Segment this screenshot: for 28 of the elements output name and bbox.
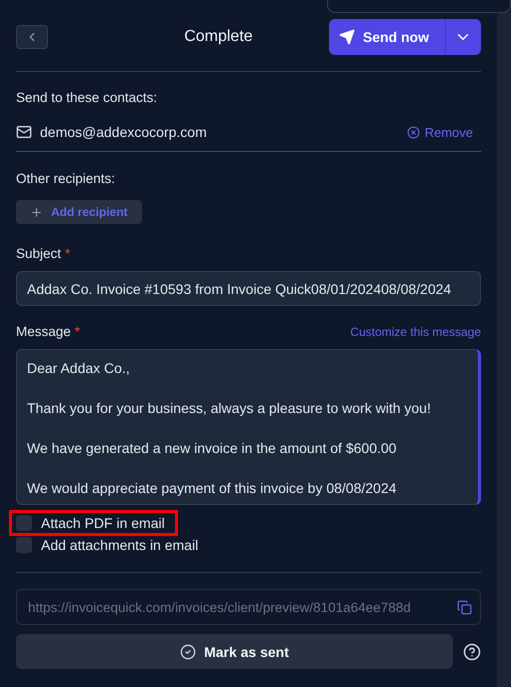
message-field[interactable]: Dear Addax Co., Thank you for your business, always a pleasure to work with you! We have generated a new invoice in the amount of $600.00 We would appreciate payment of this invoice by 08/08/2024 bbox=[16, 349, 481, 505]
send-icon bbox=[338, 29, 355, 45]
required-mark: * bbox=[74, 324, 80, 339]
checkbox-label[interactable]: Add attachments in email bbox=[41, 537, 198, 553]
section-label: Other recipients: bbox=[16, 171, 116, 186]
send-now-button[interactable]: Send now bbox=[328, 19, 445, 55]
mark-as-sent-button[interactable]: Mark as sent bbox=[16, 634, 453, 669]
help-icon[interactable] bbox=[463, 642, 481, 660]
mail-icon bbox=[16, 124, 32, 140]
contact-email: demos@addexcocorp.com bbox=[40, 124, 208, 140]
page-title: Complete bbox=[184, 28, 253, 46]
close-icon bbox=[406, 126, 420, 138]
checkbox[interactable] bbox=[16, 537, 32, 553]
back-button[interactable] bbox=[16, 25, 48, 49]
link-field[interactable]: https://invoicequick.com/invoices/client/preview/8101a64ee788d bbox=[16, 589, 481, 625]
field-label: Subject bbox=[16, 246, 62, 261]
section-label: Send to these contacts: bbox=[16, 90, 158, 105]
plus-icon bbox=[30, 206, 43, 218]
customize-link[interactable]: Customize this message bbox=[350, 325, 481, 339]
remove-button[interactable]: Remove bbox=[406, 124, 481, 140]
check-circle-icon bbox=[180, 644, 196, 660]
checkbox[interactable] bbox=[16, 515, 32, 531]
copy-icon[interactable] bbox=[457, 600, 472, 614]
dropdown-button[interactable] bbox=[444, 19, 481, 55]
subject-field[interactable]: Addax Co. Invoice #10593 from Invoice Quick08/01/202408/08/2024 bbox=[16, 271, 481, 306]
required-mark: * bbox=[65, 246, 70, 261]
link-text: https://invoicequick.com/invoices/client/preview/8101a64ee788d bbox=[28, 600, 411, 614]
field-label: Message bbox=[16, 324, 71, 339]
